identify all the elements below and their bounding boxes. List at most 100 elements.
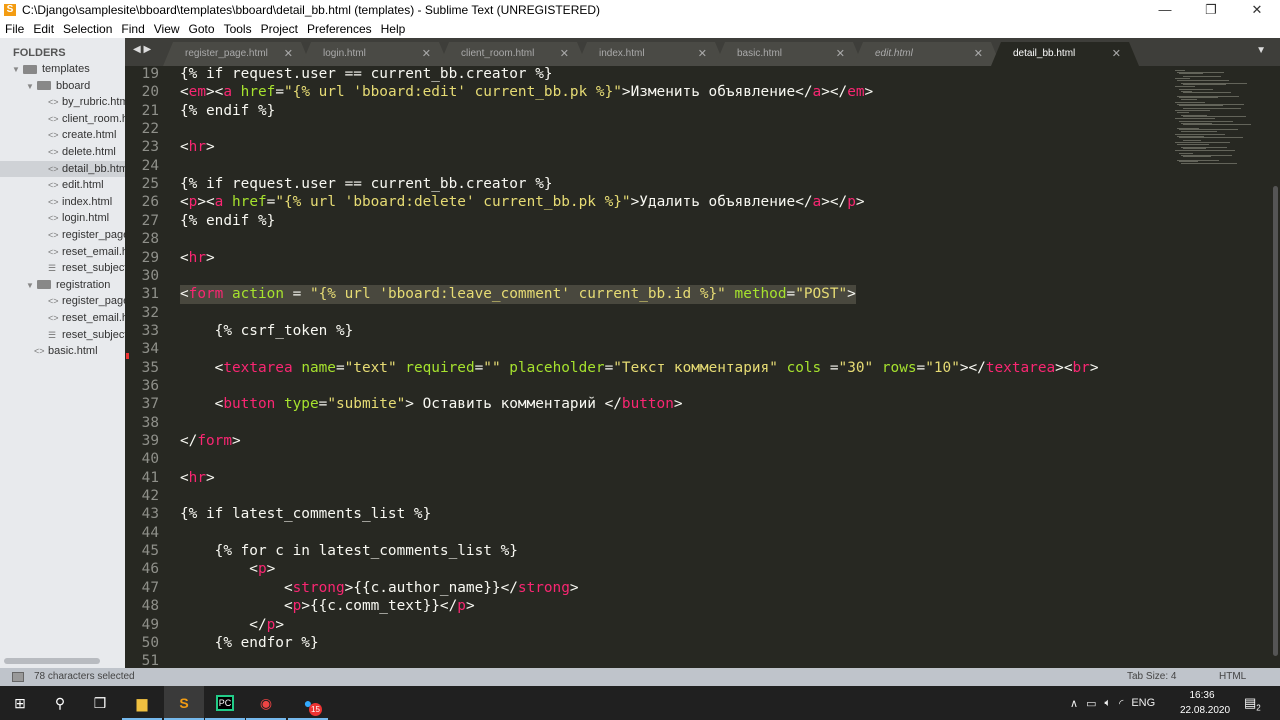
scrollbar-thumb[interactable] [1273,186,1278,656]
code-token: required [405,359,475,376]
tab-size-selector[interactable]: Tab Size: 4 [1127,668,1176,686]
syntax-selector[interactable]: HTML [1219,668,1246,686]
tab-edit-html[interactable]: edit.html ✕ [853,42,1001,66]
code-editor[interactable]: 19 {% if request.user == current_bb.creat… [125,66,1270,668]
sidebar-file[interactable]: ☰ reset_subject.txt [0,260,125,277]
tab-login-html[interactable]: login.html ✕ [301,42,449,66]
menu-edit[interactable]: Edit [28,22,58,36]
tab-close-icon[interactable]: ✕ [698,42,707,66]
menu-find[interactable]: Find [116,22,148,36]
tab-close-icon[interactable]: ✕ [560,42,569,66]
html-file-icon: <> [48,196,59,207]
disclosure-arrow-icon[interactable]: ▼ [26,79,37,95]
sidebar-file[interactable]: <>client_room.html [0,111,125,128]
line-number: 25 [141,176,159,193]
code-token: "POST" [795,286,848,303]
line-number: 28 [141,231,159,248]
sidebar-file[interactable]: <>reset_email.html [0,244,125,261]
tab-basic-html[interactable]: basic.html ✕ [715,42,863,66]
tab-nav-arrows-icon[interactable]: ◀ ▶ [133,44,151,55]
minimap-line [1175,86,1195,87]
disclosure-arrow-icon[interactable]: ▼ [12,62,23,78]
code-token: strong [292,579,345,596]
sidebar-file[interactable]: <> detail_bb.html [0,160,125,178]
sidebar-file[interactable]: ☰ reset_subject.txt [0,327,125,344]
tab-index-html[interactable]: index.html ✕ [577,42,725,66]
chrome-icon: ◉ [259,694,273,711]
tab-register_page-html[interactable]: register_page.html ✕ [163,42,311,66]
battery-icon[interactable]: ▭ [1086,697,1096,710]
tab-close-icon[interactable]: ✕ [284,42,293,66]
pycharm-button[interactable]: PC [205,686,245,720]
wifi-icon[interactable]: ◜ [1119,697,1123,710]
disclosure-arrow-icon[interactable]: ▼ [26,278,37,294]
menu-selection[interactable]: Selection [58,22,116,36]
sidebar-file[interactable]: <>register_page.html [0,227,125,244]
task-view-button[interactable]: ❒ [80,686,120,720]
language-indicator[interactable]: ENG [1131,697,1155,709]
sidebar-folder[interactable]: ▼ registration [0,277,125,294]
tab-detail_bb-html[interactable]: detail_bb.html ✕ [991,42,1139,66]
html-file-icon: <> [48,147,59,157]
sidebar-file[interactable]: <>register_page.html [0,293,125,310]
sidebar-file[interactable]: <> index.html [0,194,125,211]
editor-scrollbar[interactable] [1270,66,1280,668]
chrome-button[interactable]: ◉ [246,686,286,720]
menu-view[interactable]: View [149,22,184,36]
tab-menu-dropdown-icon[interactable]: ▼ [1256,45,1266,56]
telegram-badge: 15 [309,703,322,716]
notifications-icon[interactable]: ▤2 [1244,695,1261,713]
code-token: < [180,84,189,101]
tab-close-icon[interactable]: ✕ [1112,42,1121,66]
code-token: {% endfor %} [180,634,319,651]
code-token: >{{c.author_name}}</ [344,579,518,596]
menu-goto[interactable]: Goto [184,22,219,36]
tab-client_room-html[interactable]: client_room.html ✕ [439,42,587,66]
sidebar-file[interactable]: <>reset_email.html [0,310,125,327]
menu-help[interactable]: Help [376,22,410,36]
console-toggle-icon[interactable] [12,672,24,682]
sidebar-file[interactable]: <> delete.html [0,144,125,161]
code-token: "Текст комментария" [613,359,778,376]
code-token: button [621,396,674,413]
sidebar-file[interactable]: <> edit.html [0,177,125,194]
code-token: textarea [223,359,293,376]
volume-icon[interactable]: 🔈︎ [1104,697,1111,710]
sidebar-folder[interactable]: ▼ bboard [0,78,125,95]
sidebar-folder[interactable]: ▼ templates [0,61,125,78]
menu-project[interactable]: Project [256,22,302,36]
menu-tools[interactable]: Tools [219,22,256,36]
sidebar-scrollbar[interactable] [4,658,100,664]
close-button[interactable]: ✕ [1234,0,1280,19]
sidebar-file[interactable]: <> by_rubric.html [0,94,125,111]
code-token: < [180,561,258,578]
line-number: 19 [141,66,159,82]
sidebar-file[interactable]: <> login.html [0,210,125,227]
tab-close-icon[interactable]: ✕ [974,42,983,66]
tab-close-icon[interactable]: ✕ [422,42,431,66]
menu-preferences[interactable]: Preferences [302,22,376,36]
tab-close-icon[interactable]: ✕ [836,42,845,66]
code-token: = [821,359,839,376]
sidebar-item-label: edit.html [62,179,104,192]
telegram-button[interactable]: ● 15 [288,686,328,720]
search-button[interactable]: ⚲ [40,686,80,720]
text-file-icon: ☰ [48,329,57,340]
minimize-button[interactable]: — [1142,0,1188,19]
sublime-text-button[interactable]: S [164,686,204,720]
minimap[interactable] [1175,66,1270,176]
clock[interactable]: 16:36 22.08.2020 [1180,688,1230,718]
maximize-button[interactable]: ❐ [1188,0,1234,19]
menu-file[interactable]: File [0,22,28,36]
start-button[interactable]: ⊞ [0,686,40,720]
code-token: >{{c.comm_text}}</ [301,598,458,615]
code-line: <em><a href="{% url 'bboard:edit' curren… [180,83,873,101]
file-explorer-button[interactable]: ▆ [122,686,162,720]
sidebar-file[interactable]: <> basic.html [0,343,125,360]
sidebar-file[interactable]: <> create.html [0,127,125,144]
tray-expand-icon[interactable]: ∧ [1070,697,1078,710]
